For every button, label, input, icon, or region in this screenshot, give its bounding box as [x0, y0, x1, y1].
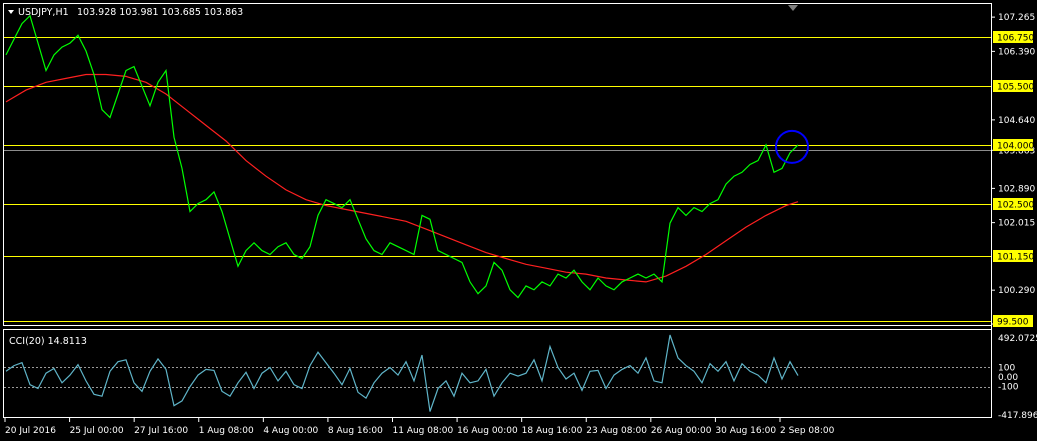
- highlight-circle: [775, 129, 809, 164]
- y-tick-label: 107.265: [998, 13, 1035, 23]
- highlight-marker: [775, 129, 809, 164]
- level-label-text: 101.150: [997, 253, 1034, 263]
- cci-series: [4, 334, 991, 412]
- y-tick-label: 102.015: [998, 219, 1035, 229]
- y-tick-label: 102.890: [998, 184, 1035, 194]
- x-tick-label: 4 Aug 00:00: [263, 426, 318, 436]
- x-tick-label: 16 Aug 00:00: [457, 426, 518, 436]
- x-tick-label: 20 Jul 2016: [5, 426, 56, 436]
- x-tick-label: 11 Aug 08:00: [393, 426, 454, 436]
- price-series: [5, 14, 799, 299]
- horizontal-levels: [4, 37, 991, 322]
- level-label-text: 102.500: [997, 201, 1034, 211]
- main-chart-frame: [3, 3, 992, 326]
- x-tick-label: 23 Aug 08:00: [586, 426, 647, 436]
- y-tick-label: 106.390: [998, 47, 1035, 57]
- scroll-marker-icon[interactable]: [788, 5, 798, 11]
- moving-average-line: [5, 73, 799, 283]
- x-tick-label: 26 Aug 00:00: [651, 426, 712, 436]
- time-axis-ticks: 20 Jul 2016 25 Jul 00:00 27 Jul 16:00 1 Aug…: [4, 418, 835, 436]
- level-label-text: 105.500: [997, 83, 1034, 93]
- x-tick-label: 30 Aug 16:00: [715, 426, 776, 436]
- level-label-text: 106.750: [997, 34, 1034, 44]
- level-labels: 106.750 105.500 104.000 102.500 101.150 99.50…: [993, 31, 1034, 328]
- cci-tick-label: 0.00: [998, 373, 1018, 383]
- x-tick-label: 27 Jul 16:00: [134, 426, 188, 436]
- x-tick-label: 2 Sep 08:00: [780, 426, 835, 436]
- level-label-text: 104.000: [997, 142, 1034, 152]
- ohlc-values: 103.928 103.981 103.685 103.863: [77, 7, 243, 18]
- moving-average-series: [5, 73, 799, 283]
- x-tick-label: 25 Jul 00:00: [70, 426, 124, 436]
- cci-line: [5, 334, 799, 412]
- y-tick-label: 100.290: [998, 286, 1035, 296]
- cci-axis-ticks: 492.0725 1000.00-100 -417.8967: [998, 334, 1037, 421]
- cci-tick-label: 492.0725: [998, 334, 1037, 344]
- symbol-title: USDJPY,H1: [18, 7, 69, 18]
- cci-tick-label: -417.8967: [998, 411, 1037, 421]
- y-tick-label: 104.640: [998, 116, 1035, 126]
- level-label-text: 99.500: [997, 318, 1029, 328]
- x-tick-label: 8 Aug 16:00: [328, 426, 383, 436]
- x-tick-label: 1 Aug 08:00: [199, 426, 254, 436]
- cci-tick-label: -100: [998, 383, 1019, 393]
- x-tick-label: 18 Aug 16:00: [522, 426, 583, 436]
- symbol-dropdown-icon[interactable]: [8, 10, 14, 14]
- indicator-frame: [3, 329, 992, 418]
- indicator-title: CCI(20) 14.8113: [9, 336, 87, 347]
- chart-svg: USDJPY,H1 103.928 103.981 103.685 103.86…: [3, 3, 1037, 436]
- cci-tick-label: 100: [998, 363, 1015, 373]
- price-axis-ticks: 107.265106.390104.640103.863102.890102.0…: [991, 13, 1035, 330]
- price-line: [5, 14, 799, 299]
